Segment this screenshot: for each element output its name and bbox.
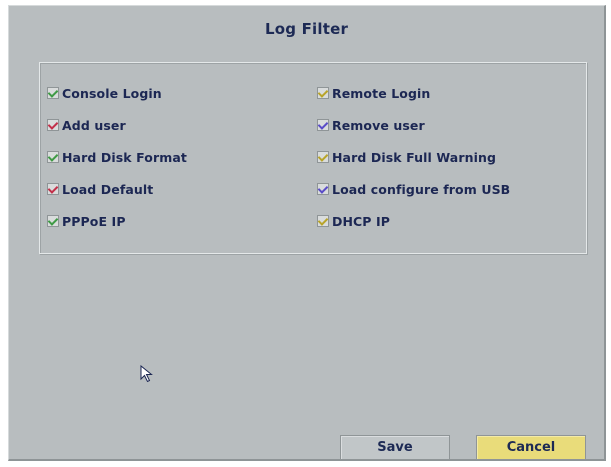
checkbox-pppoe-ip-label: PPPoE IP [62, 213, 126, 229]
checkbox-pppoe-ip[interactable]: PPPoE IP [47, 211, 126, 231]
checkbox-hard-disk-format[interactable]: Hard Disk Format [47, 147, 187, 167]
checkbox-hard-disk-format-label: Hard Disk Format [62, 149, 187, 165]
checkbox-console-login-label: Console Login [62, 85, 162, 101]
checkbox-remove-user-label: Remove user [332, 117, 425, 133]
check-mark-icon [47, 183, 59, 194]
checkbox-hard-disk-full-warning-label: Hard Disk Full Warning [332, 149, 497, 165]
checkbox-console-login[interactable]: Console Login [47, 83, 162, 103]
checkbox-add-user[interactable]: Add user [47, 115, 126, 135]
check-mark-icon [47, 151, 59, 162]
check-mark-icon [317, 151, 329, 162]
checkbox-add-user-box[interactable] [47, 119, 59, 131]
checkbox-hard-disk-full-warning[interactable]: Hard Disk Full Warning [317, 147, 496, 167]
checkbox-load-configure-from-usb-box[interactable] [317, 183, 329, 195]
checkbox-hard-disk-full-warning-box[interactable] [317, 151, 329, 163]
checkbox-pppoe-ip-box[interactable] [47, 215, 59, 227]
checkbox-load-default[interactable]: Load Default [47, 179, 153, 199]
checkbox-load-default-label: Load Default [62, 181, 154, 197]
dialog-title: Log Filter [264, 20, 349, 38]
checkbox-dhcp-ip-box[interactable] [317, 215, 329, 227]
check-mark-icon [47, 215, 59, 226]
check-mark-icon [317, 87, 329, 98]
checkbox-remote-login-box[interactable] [317, 87, 329, 99]
log-filter-screen: Log Filter Console Login Add user Hard D… [8, 5, 606, 461]
checkbox-remove-user-box[interactable] [317, 119, 329, 131]
check-mark-icon [47, 87, 59, 98]
checkbox-load-configure-from-usb-label: Load configure from USB [332, 181, 511, 197]
cancel-button[interactable]: Cancel [476, 435, 586, 460]
checkbox-add-user-label: Add user [62, 117, 126, 133]
checkbox-remote-login-label: Remote Login [332, 85, 431, 101]
checkbox-load-default-box[interactable] [47, 183, 59, 195]
checkbox-console-login-box[interactable] [47, 87, 59, 99]
check-mark-icon [47, 119, 59, 130]
check-mark-icon [317, 215, 329, 226]
checkbox-remote-login[interactable]: Remote Login [317, 83, 430, 103]
checkbox-remove-user[interactable]: Remove user [317, 115, 425, 135]
mouse-pointer-icon [140, 365, 153, 383]
check-mark-icon [317, 183, 329, 194]
checkbox-hard-disk-format-box[interactable] [47, 151, 59, 163]
checkbox-dhcp-ip-label: DHCP IP [332, 213, 391, 229]
checkbox-dhcp-ip[interactable]: DHCP IP [317, 211, 390, 231]
save-button[interactable]: Save [340, 435, 450, 460]
checkbox-load-configure-from-usb[interactable]: Load configure from USB [317, 179, 510, 199]
check-mark-icon [317, 119, 329, 130]
